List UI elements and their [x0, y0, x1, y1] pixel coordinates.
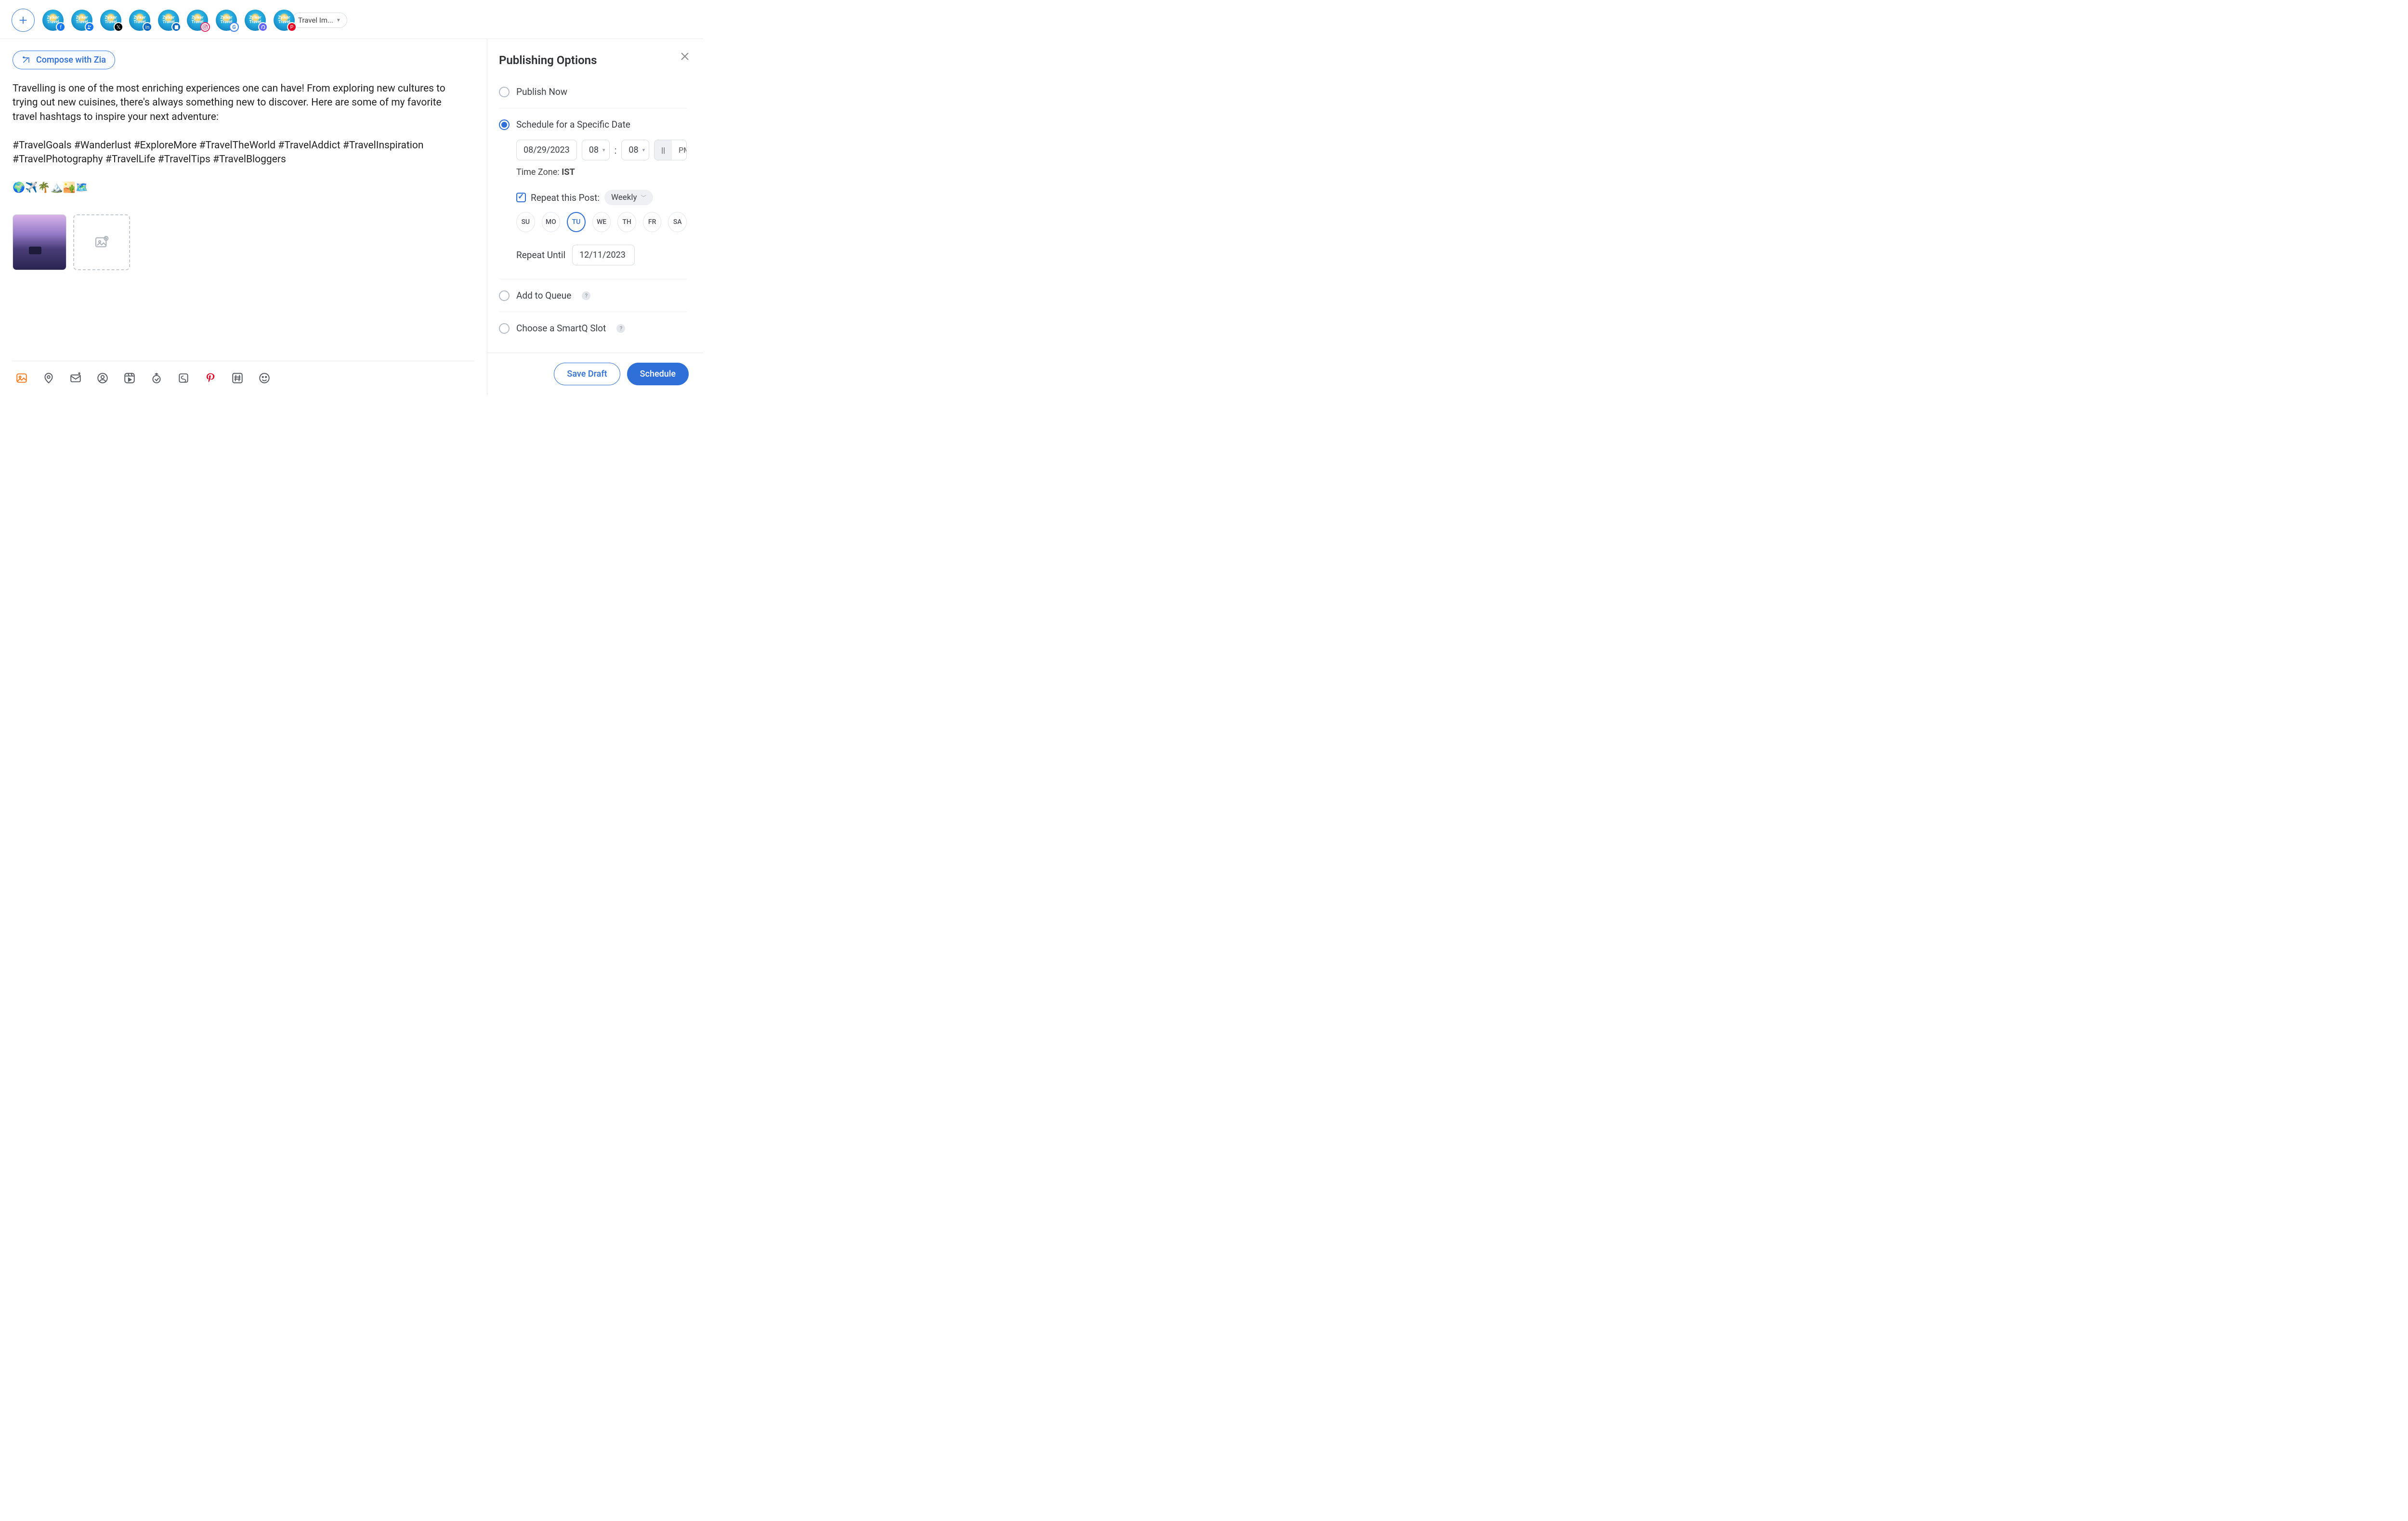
- repeat-until-label: Repeat Until: [516, 249, 565, 261]
- post-body-text[interactable]: Travelling is one of the most enriching …: [13, 82, 456, 195]
- time-colon: :: [615, 144, 617, 156]
- channel-x[interactable]: Zylker Travel 𝕏: [100, 10, 121, 31]
- chevron-down-icon: ▾: [642, 147, 645, 153]
- day-th[interactable]: TH: [617, 212, 636, 232]
- schedule-specific-label: Schedule for a Specific Date: [516, 119, 630, 130]
- save-draft-button[interactable]: Save Draft: [554, 363, 620, 385]
- day-tu[interactable]: TU: [567, 212, 586, 232]
- ampm-pause[interactable]: ||: [654, 140, 672, 160]
- day-we[interactable]: WE: [592, 212, 611, 232]
- repeat-days-row: SU MO TU WE TH FR SA: [516, 212, 687, 232]
- channel-mastodon[interactable]: Zylker Travel: [245, 10, 266, 31]
- instagram-icon: [200, 22, 210, 32]
- add-channel-button[interactable]: [12, 9, 35, 32]
- media-thumbnail[interactable]: [13, 214, 66, 270]
- panel-title: Publishing Options: [499, 53, 687, 67]
- chevron-down-icon: ▾: [602, 147, 605, 153]
- x-icon: 𝕏: [114, 22, 123, 32]
- location-tool-icon[interactable]: [42, 372, 55, 384]
- channel-dropdown-label: Travel Im...: [298, 16, 333, 25]
- publishing-panel: Publishing Options Publish Now Schedule …: [487, 39, 703, 395]
- repeat-checkbox[interactable]: [516, 193, 526, 202]
- schedule-specific-option[interactable]: Schedule for a Specific Date: [499, 119, 687, 130]
- hashtag-tool-icon[interactable]: [231, 372, 244, 384]
- smartq-option[interactable]: Choose a SmartQ Slot ?: [499, 323, 687, 334]
- link-short-tool-icon[interactable]: [150, 372, 163, 384]
- channel-dropdown[interactable]: Travel Im... ▼: [292, 13, 347, 28]
- schedule-hour-select[interactable]: 08▾: [582, 140, 610, 160]
- zia-sparkle-icon: [22, 55, 31, 65]
- channel-facebook-group[interactable]: Zylker Travel: [71, 10, 92, 31]
- repeat-label: Repeat this Post:: [531, 192, 600, 203]
- pinterest-icon: P: [287, 22, 297, 32]
- publish-now-label: Publish Now: [516, 86, 567, 97]
- help-icon[interactable]: ?: [616, 324, 625, 333]
- facebook-group-icon: [85, 22, 94, 32]
- smartq-label: Choose a SmartQ Slot: [516, 323, 606, 334]
- help-icon[interactable]: ?: [582, 291, 590, 300]
- footer-actions: Save Draft Schedule: [487, 353, 703, 395]
- day-sa[interactable]: SA: [668, 212, 687, 232]
- emoji-tool-icon[interactable]: [258, 372, 271, 384]
- close-button[interactable]: [679, 51, 692, 63]
- channel-bar: Zylker Travel f Zylker Travel Zylker Tra…: [0, 0, 703, 39]
- editor-toolbar: [13, 361, 474, 395]
- tag-person-tool-icon[interactable]: [96, 372, 109, 384]
- channel-linkedin[interactable]: Zylker Travel in: [129, 10, 150, 31]
- radio-checked-icon: [499, 119, 510, 130]
- post-type-tool-icon[interactable]: [177, 372, 190, 384]
- repeat-frequency-select[interactable]: Weekly ﹀: [604, 190, 653, 205]
- editor-pane: Compose with Zia Travelling is one of th…: [0, 39, 487, 395]
- radio-unchecked-icon: [499, 290, 510, 301]
- media-tool-icon[interactable]: [15, 372, 28, 384]
- chevron-down-icon: ▼: [336, 18, 341, 23]
- day-su[interactable]: SU: [516, 212, 535, 232]
- channel-pinterest[interactable]: Zylker Travel P: [274, 10, 295, 31]
- mastodon-icon: [258, 22, 268, 32]
- media-attachments: [13, 214, 474, 270]
- ampm-toggle[interactable]: || PM: [654, 140, 687, 160]
- channel-facebook[interactable]: Zylker Travel f: [42, 10, 64, 31]
- day-mo[interactable]: MO: [542, 212, 561, 232]
- schedule-button[interactable]: Schedule: [627, 363, 689, 385]
- timezone-row: Time Zone: IST: [516, 167, 687, 177]
- add-queue-label: Add to Queue: [516, 290, 571, 301]
- schedule-date-input[interactable]: 08/29/2023: [516, 140, 577, 160]
- chevron-down-icon: ﹀: [641, 194, 646, 201]
- reel-tool-icon[interactable]: [123, 372, 136, 384]
- channel-google-business[interactable]: Zylker Travel G: [216, 10, 237, 31]
- linkedin-icon: in: [143, 22, 152, 32]
- mail-tool-icon[interactable]: [69, 372, 82, 384]
- radio-unchecked-icon: [499, 87, 510, 97]
- compose-with-zia-button[interactable]: Compose with Zia: [13, 51, 115, 69]
- add-image-icon: [94, 235, 109, 250]
- ampm-pm[interactable]: PM: [672, 140, 687, 160]
- linkedin-page-icon: [171, 22, 181, 32]
- radio-unchecked-icon: [499, 323, 510, 334]
- channel-instagram[interactable]: Zylker Travel: [187, 10, 208, 31]
- facebook-icon: f: [56, 22, 65, 32]
- day-fr[interactable]: FR: [643, 212, 662, 232]
- compose-zia-label: Compose with Zia: [36, 55, 106, 65]
- add-to-queue-option[interactable]: Add to Queue ?: [499, 290, 687, 301]
- channel-linkedin-page[interactable]: Zylker Travel: [158, 10, 179, 31]
- publish-now-option[interactable]: Publish Now: [499, 86, 687, 97]
- pinterest-tool-icon[interactable]: [204, 372, 217, 384]
- repeat-until-input[interactable]: 12/11/2023: [572, 245, 635, 265]
- google-business-icon: G: [229, 22, 239, 32]
- schedule-minute-select[interactable]: 08▾: [621, 140, 649, 160]
- add-media-button[interactable]: [73, 214, 130, 270]
